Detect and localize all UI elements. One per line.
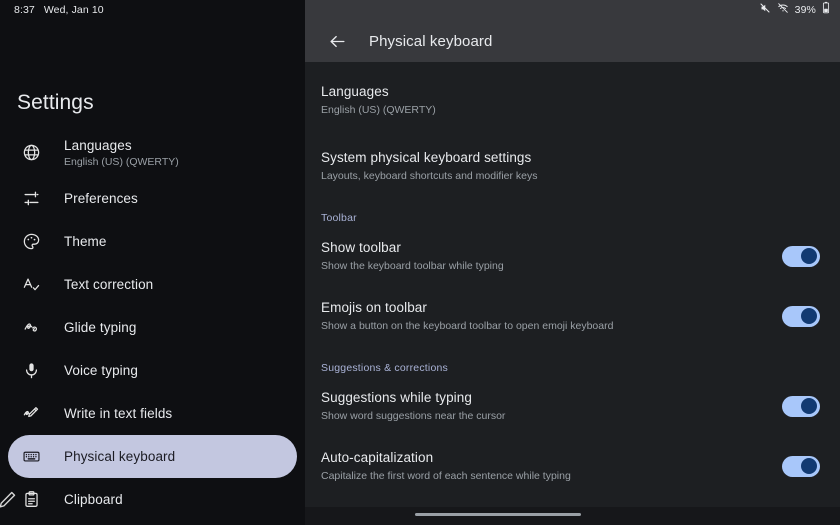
setting-subtitle: Show the keyboard toolbar while typing xyxy=(321,259,504,272)
sidebar-item-glide-typing[interactable]: Glide typing xyxy=(8,306,297,349)
sidebar-item-label: Voice typing xyxy=(64,363,138,378)
setting-title: Emojis on toolbar xyxy=(321,299,428,315)
sidebar-item-preferences[interactable]: Preferences xyxy=(8,177,297,220)
setting-row-system-physical-keyboard-settings[interactable]: System physical keyboard settings Layout… xyxy=(305,146,840,186)
settings-sidebar-panel: 8:37 Wed, Jan 10 Settings Languages Engl… xyxy=(0,0,305,525)
setting-row-emojis-on-toolbar[interactable]: Emojis on toolbar Show a button on the k… xyxy=(305,296,840,336)
sidebar-item-label: Text correction xyxy=(64,277,154,292)
setting-title: Show toolbar xyxy=(321,239,401,255)
sidebar-nav-list: Languages English (US) (QWERTY) Preferen… xyxy=(0,128,305,521)
navigation-bar xyxy=(305,507,840,525)
sidebar-item-label: Clipboard xyxy=(64,492,123,507)
toggle-knob xyxy=(801,248,817,264)
page-title: Settings xyxy=(17,91,94,114)
detail-panel: Physical keyboard 39% Languages English … xyxy=(305,0,840,525)
sidebar-item-label: Glide typing xyxy=(64,320,137,335)
toggle-emojis-on-toolbar[interactable] xyxy=(782,305,820,327)
toggle-suggestions-while-typing[interactable] xyxy=(782,395,820,417)
tune-sliders-icon xyxy=(16,188,46,210)
status-bar-date: Wed, Jan 10 xyxy=(43,4,104,16)
arrow-left-icon[interactable] xyxy=(323,27,351,55)
setting-row-suggestions-while-typing[interactable]: Suggestions while typing Show word sugge… xyxy=(305,386,840,426)
battery-icon xyxy=(822,1,830,19)
sidebar-item-label: Languages xyxy=(64,137,132,153)
glide-typing-icon xyxy=(16,317,46,339)
status-bar-left: 8:37 Wed, Jan 10 xyxy=(0,0,104,20)
setting-row-auto-capitalization[interactable]: Auto-capitalization Capitalize the first… xyxy=(305,446,840,486)
toggle-show-toolbar[interactable] xyxy=(782,245,820,267)
setting-title: System physical keyboard settings xyxy=(321,149,532,165)
setting-title: Languages xyxy=(321,83,389,99)
sidebar-item-text-correction[interactable]: Text correction xyxy=(8,263,297,306)
setting-subtitle: Show word suggestions near the cursor xyxy=(321,409,506,422)
mute-off-icon xyxy=(759,1,771,19)
tablet-screen: 8:37 Wed, Jan 10 Settings Languages Engl… xyxy=(0,0,840,525)
toggle-knob xyxy=(801,308,817,324)
keyboard-icon xyxy=(16,446,46,468)
home-gesture-bar[interactable] xyxy=(415,512,581,516)
sidebar-item-label: Write in text fields xyxy=(64,406,173,421)
sidebar-item-label: Theme xyxy=(64,234,107,249)
spellcheck-icon xyxy=(16,274,46,296)
setting-subtitle: English (US) (QWERTY) xyxy=(321,103,436,116)
setting-row-languages[interactable]: Languages English (US) (QWERTY) xyxy=(305,80,840,120)
globe-icon xyxy=(16,142,46,164)
sidebar-item-label: Physical keyboard xyxy=(64,449,176,464)
status-bar-time: 8:37 xyxy=(14,4,35,16)
section-header-toolbar: Toolbar xyxy=(321,212,357,224)
sidebar-item-theme[interactable]: Theme xyxy=(8,220,297,263)
pencil-icon[interactable] xyxy=(0,489,18,511)
setting-subtitle: Show a button on the keyboard toolbar to… xyxy=(321,319,614,332)
setting-subtitle: Capitalize the first word of each senten… xyxy=(321,469,571,482)
sidebar-item-physical-keyboard[interactable]: Physical keyboard xyxy=(8,435,297,478)
handwriting-icon xyxy=(16,403,46,425)
setting-row-show-toolbar[interactable]: Show toolbar Show the keyboard toolbar w… xyxy=(305,236,840,276)
microphone-icon xyxy=(16,360,46,382)
palette-icon xyxy=(16,231,46,253)
detail-header-title: Physical keyboard xyxy=(369,32,493,50)
battery-percent-label: 39% xyxy=(794,4,816,16)
sidebar-item-write-in-text-fields[interactable]: Write in text fields xyxy=(8,392,297,435)
toggle-knob xyxy=(801,458,817,474)
sidebar-item-label: Preferences xyxy=(64,191,138,206)
detail-header-row: Physical keyboard xyxy=(305,20,840,62)
sidebar-item-clipboard[interactable]: Clipboard xyxy=(8,478,297,521)
toggle-auto-capitalization[interactable] xyxy=(782,455,820,477)
toggle-knob xyxy=(801,398,817,414)
setting-title: Suggestions while typing xyxy=(321,389,472,405)
clipboard-icon xyxy=(16,489,46,511)
setting-subtitle: Layouts, keyboard shortcuts and modifier… xyxy=(321,169,538,182)
sidebar-item-voice-typing[interactable]: Voice typing xyxy=(8,349,297,392)
sidebar-item-sublabel: English (US) (QWERTY) xyxy=(64,155,179,168)
wifi-off-icon xyxy=(777,1,789,19)
setting-title: Auto-capitalization xyxy=(321,449,434,465)
sidebar-item-languages[interactable]: Languages English (US) (QWERTY) xyxy=(8,128,297,177)
settings-list: Languages English (US) (QWERTY) System p… xyxy=(305,62,840,507)
section-header-suggestions-corrections: Suggestions & corrections xyxy=(321,362,448,374)
status-bar-right: 39% xyxy=(759,0,830,20)
